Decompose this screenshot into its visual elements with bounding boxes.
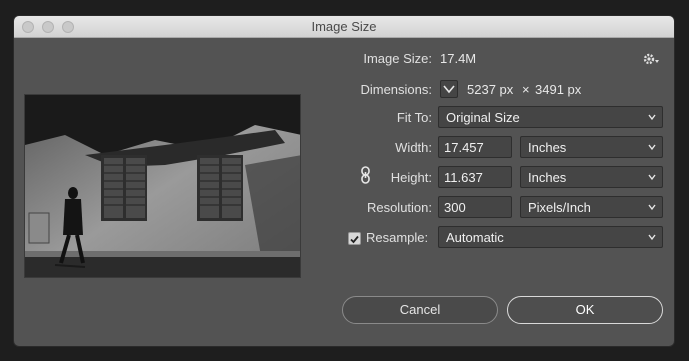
fit-to-label: Fit To: [396,110,432,125]
chevron-down-icon [648,234,656,241]
width-unit-select[interactable]: Inches [520,136,663,158]
window-title: Image Size [311,19,377,34]
resample-method-select[interactable]: Automatic [438,226,663,248]
dimensions-times-sign: × [522,82,530,97]
fit-to-value: Original Size [446,110,520,125]
image-size-dialog: Image Size Image Size: 17.4M Dimensions:… [14,16,674,346]
resolution-unit-value: Pixels/Inch [528,200,591,215]
height-input[interactable]: 11.637 [438,166,512,188]
chevron-down-icon [648,144,656,151]
checkmark-icon [350,235,359,244]
width-unit-value: Inches [528,140,567,155]
gear-icon[interactable] [643,52,661,66]
dimensions-height-value: 3491 px [535,82,582,97]
width-label: Width: [395,140,432,155]
fit-to-select[interactable]: Original Size [438,106,663,128]
image-size-label: Image Size: [363,51,432,66]
height-unit-value: Inches [528,170,567,185]
dimensions-label: Dimensions: [360,82,432,97]
resample-method-value: Automatic [446,230,504,245]
preview-photo [25,95,300,277]
title-bar: Image Size [14,16,674,38]
dimensions-width-value: 5237 px [467,82,514,97]
height-label: Height: [390,170,432,185]
image-preview[interactable] [24,94,301,278]
dimensions-units-button[interactable] [440,80,458,98]
width-input[interactable]: 17.457 [438,136,512,158]
chevron-down-icon [648,204,656,211]
chevron-down-icon [648,114,656,121]
resample-label: Resample: [366,230,429,245]
height-unit-select[interactable]: Inches [520,166,663,188]
resolution-unit-select[interactable]: Pixels/Inch [520,196,663,218]
cancel-button[interactable]: Cancel [342,296,498,324]
resample-checkbox[interactable] [348,232,361,245]
ok-button[interactable]: OK [507,296,663,324]
chevron-down-icon [443,85,455,94]
resolution-label: Resolution: [366,200,432,215]
image-size-value: 17.4M [440,51,477,66]
chevron-down-icon [648,174,656,181]
resolution-input[interactable]: 300 [438,196,512,218]
